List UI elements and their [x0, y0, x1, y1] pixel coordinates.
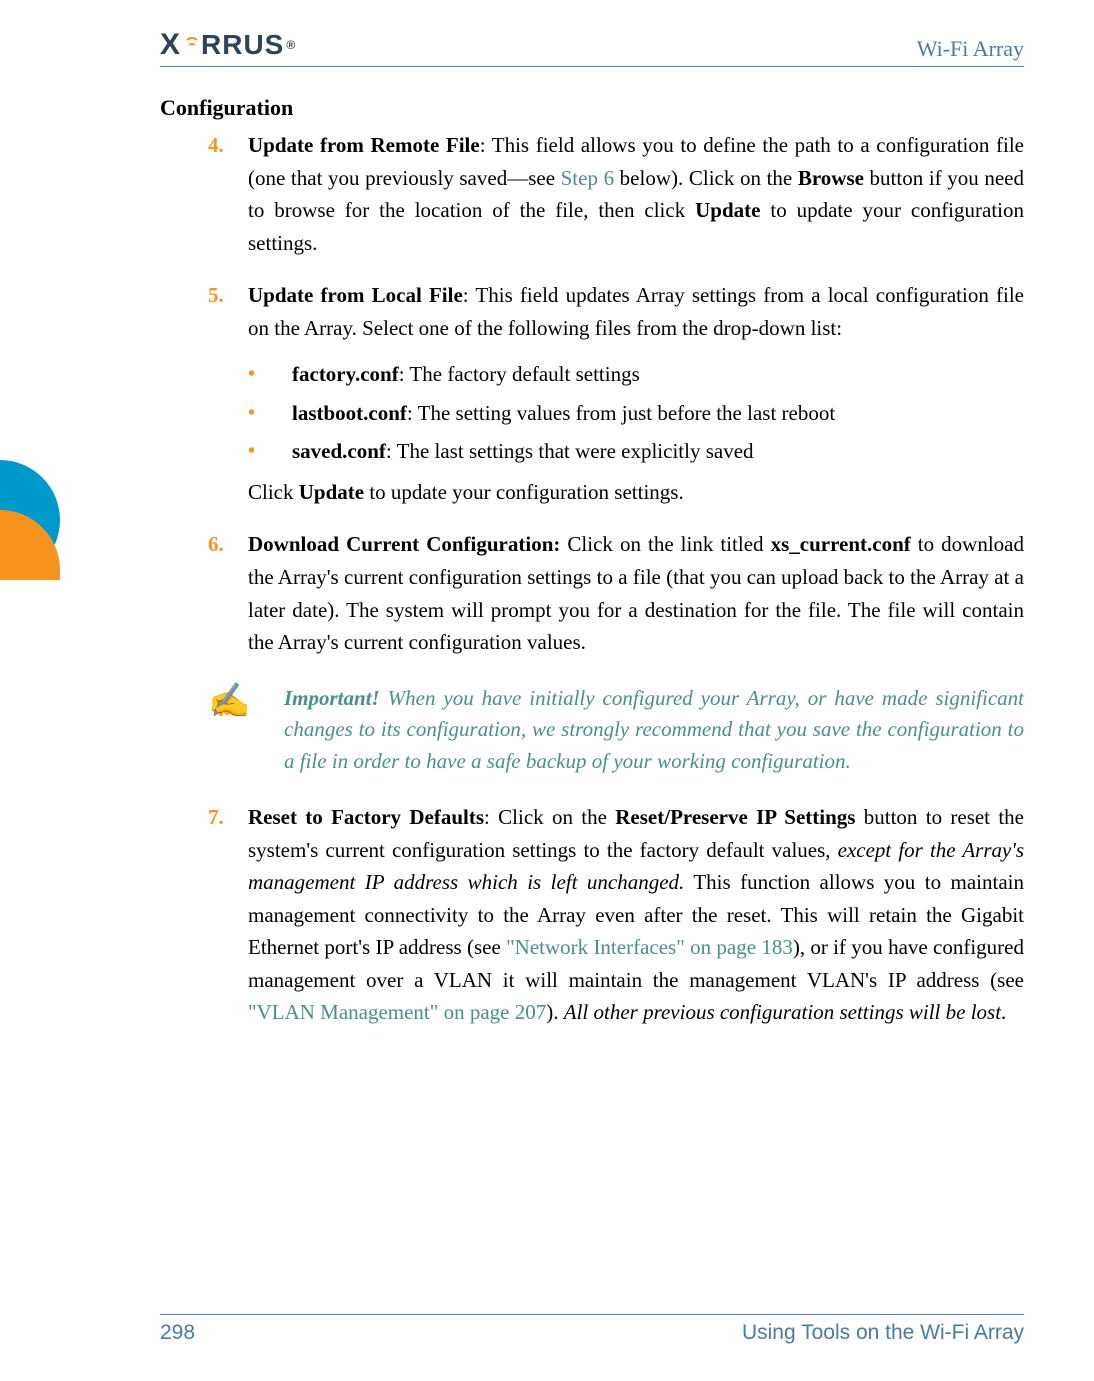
step-number: 7.	[208, 801, 248, 1029]
bullet-icon: •	[248, 397, 292, 430]
footer-title: Using Tools on the Wi-Fi Array	[742, 1321, 1024, 1345]
step-number: 4.	[208, 129, 248, 259]
step-body: Update from Local File: This field updat…	[248, 279, 1024, 508]
step-number: 6.	[208, 528, 248, 658]
hand-pointing-icon: ✍	[208, 683, 284, 778]
section-title: Configuration	[160, 95, 1024, 121]
note-body: Important! When you have initially confi…	[284, 683, 1024, 778]
list-item: • factory.conf: The factory default sett…	[248, 358, 1024, 391]
link-step-6[interactable]: Step 6	[561, 166, 614, 190]
bullet-list: • factory.conf: The factory default sett…	[248, 358, 1024, 468]
step-6: 6. Download Current Configuration: Click…	[208, 528, 1024, 658]
link-network-interfaces[interactable]: "Network Interfaces" on page 183	[506, 935, 793, 959]
link-vlan-management[interactable]: "VLAN Management" on page 207	[248, 1000, 546, 1024]
wifi-icon	[184, 35, 198, 55]
step-5: 5. Update from Local File: This field up…	[208, 279, 1024, 508]
step-number: 5.	[208, 279, 248, 508]
step-body: Update from Remote File: This field allo…	[248, 129, 1024, 259]
page-footer: 298 Using Tools on the Wi-Fi Array	[160, 1314, 1024, 1345]
bullet-icon: •	[248, 358, 292, 391]
step-body: Download Current Configuration: Click on…	[248, 528, 1024, 658]
step-4: 4. Update from Remote File: This field a…	[208, 129, 1024, 259]
step-after-bullets: Click Update to update your configuratio…	[248, 476, 1024, 509]
step-body: Reset to Factory Defaults: Click on the …	[248, 801, 1024, 1029]
page-header: XRRUS® Wi-Fi Array	[160, 28, 1024, 67]
header-title: Wi-Fi Array	[917, 36, 1024, 62]
page-number: 298	[160, 1321, 195, 1345]
xirrus-logo: XRRUS®	[160, 28, 296, 62]
list-item: • lastboot.conf: The setting values from…	[248, 397, 1024, 430]
list-item: • saved.conf: The last settings that wer…	[248, 435, 1024, 468]
bullet-icon: •	[248, 435, 292, 468]
important-note: ✍ Important! When you have initially con…	[208, 683, 1024, 778]
step-7: 7. Reset to Factory Defaults: Click on t…	[208, 801, 1024, 1029]
